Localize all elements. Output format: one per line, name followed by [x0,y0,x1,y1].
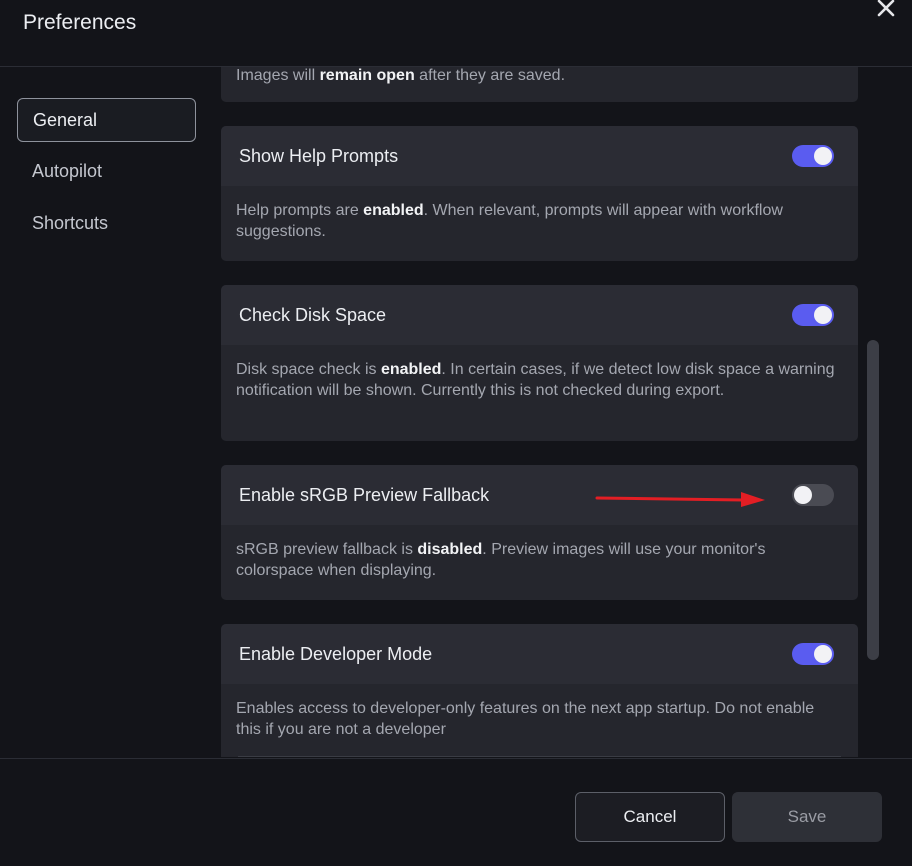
sidebar-item-shortcuts[interactable]: Shortcuts [17,202,196,246]
disk-space-toggle[interactable] [792,304,834,326]
setting-card-developer-mode: Enable Developer Mode Enables access to … [221,624,858,757]
dialog-footer: Cancel Save [0,758,912,866]
setting-card-partial: Images will remain open after they are s… [221,67,858,102]
save-button[interactable]: Save [732,792,882,842]
setting-card-disk-space: Check Disk Space Disk space check is ena… [221,285,858,441]
close-icon[interactable] [874,0,898,20]
setting-title: Show Help Prompts [239,146,399,166]
arrow-right-icon [595,492,765,507]
setting-description: Help prompts are enabled. When relevant,… [236,202,783,240]
setting-title: Enable Developer Mode [239,644,433,664]
setting-title: Enable sRGB Preview Fallback [239,485,490,505]
developer-mode-toggle[interactable] [792,643,834,665]
divider [238,756,841,757]
sidebar-nav: General Autopilot Shortcuts [0,67,210,757]
scrollbar-thumb[interactable] [867,340,879,660]
setting-description: sRGB preview fallback is disabled. Previ… [236,541,766,579]
sidebar-item-general[interactable]: General [17,98,196,142]
setting-card-srgb-fallback: Enable sRGB Preview Fallback sRGB previe… [221,465,858,600]
dialog-header: Preferences [0,0,912,67]
setting-description: Images will remain open after they are s… [236,67,566,84]
sidebar-item-autopilot[interactable]: Autopilot [17,150,196,194]
setting-card-help-prompts: Show Help Prompts Help prompts are enabl… [221,126,858,261]
cancel-button[interactable]: Cancel [575,792,725,842]
setting-title: Check Disk Space [239,305,387,325]
help-prompts-toggle[interactable] [792,145,834,167]
settings-panel: Images will remain open after they are s… [221,67,861,757]
dialog-title: Preferences [23,11,137,34]
srgb-fallback-toggle[interactable] [792,484,834,506]
setting-description: Enables access to developer-only feature… [236,700,815,738]
setting-description: Disk space check is enabled. In certain … [236,361,835,399]
